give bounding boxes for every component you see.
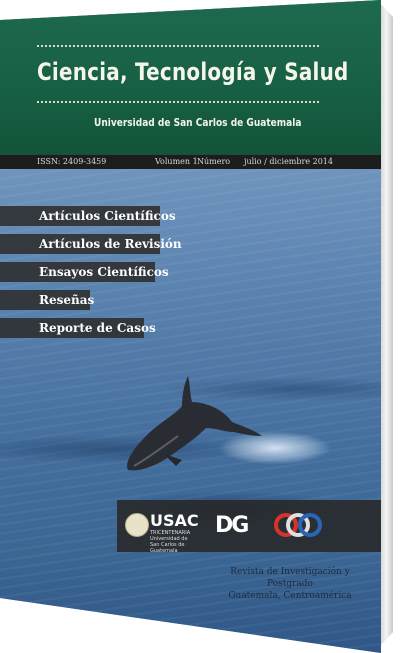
volume-text: Volumen 1 (155, 157, 198, 166)
issue-info-bar: ISSN: 2409-3459 Volumen 1 Número julio /… (0, 155, 381, 169)
dotted-rule-bottom (37, 101, 319, 103)
dolphin-image (127, 376, 262, 471)
sep-logo-icon (274, 513, 322, 537)
journal-title: Ciencia, Tecnología y Salud (37, 58, 349, 86)
section-label: Reporte de Casos (39, 321, 156, 335)
book-spine (381, 4, 393, 645)
section-tag-3: Reseñas (0, 290, 94, 310)
section-label: Reseñas (39, 293, 95, 307)
section-label: Artículos Científicos (39, 209, 176, 223)
partner-logo-strip: USAC TRICENTENARIA Universidad de San Ca… (117, 500, 381, 554)
dg-logo: DG (215, 513, 249, 538)
section-tag-4: Reporte de Casos (0, 318, 156, 338)
footer-line-2: Guatemala, Centroamérica (228, 591, 352, 601)
period-text: julio / diciembre 2014 (244, 157, 333, 166)
usac-logo: USAC (150, 511, 199, 530)
usac-seal-icon (125, 513, 149, 537)
issn-text: ISSN: 2409-3459 (37, 157, 107, 166)
number-text: Número (197, 157, 231, 166)
section-tag-1: Artículos de Revisión (0, 234, 182, 254)
institution-name: Universidad de San Carlos de Guatemala (94, 116, 302, 129)
section-tag-2: Ensayos Científicos (0, 262, 169, 282)
footer-line-1: Revista de Investigación y Postgrado (230, 567, 350, 589)
cover-header: Ciencia, Tecnología y Salud Universidad … (0, 0, 381, 155)
journal-cover-mockup: Ciencia, Tecnología y Salud Universidad … (0, 0, 400, 653)
cover: Ciencia, Tecnología y Salud Universidad … (0, 0, 381, 653)
dotted-rule-top (37, 45, 319, 47)
section-tag-0: Artículos Científicos (0, 206, 176, 226)
section-label: Artículos de Revisión (39, 237, 182, 251)
footer-caption: Revista de Investigación y Postgrado Gua… (210, 566, 370, 602)
usac-logo-caption: TRICENTENARIA Universidad de San Carlos … (150, 530, 191, 554)
section-label: Ensayos Científicos (39, 265, 169, 279)
